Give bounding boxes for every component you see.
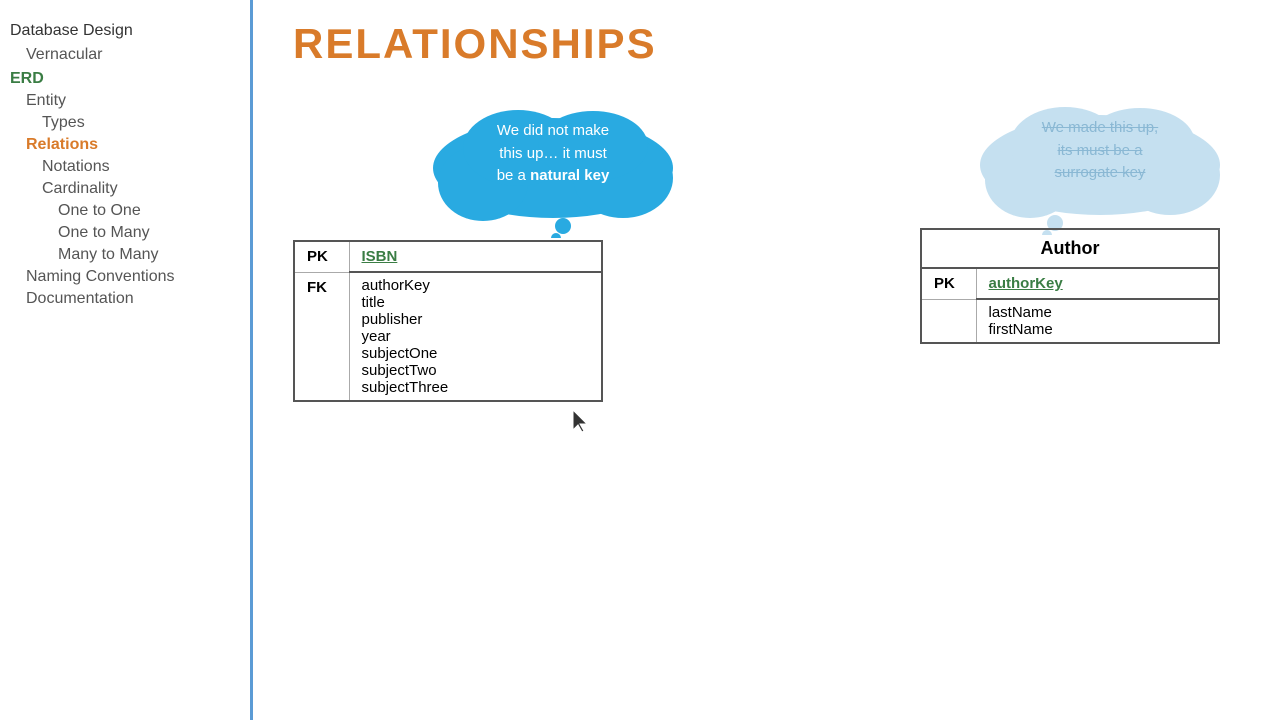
left-table-pk-row: PK ISBN <box>294 241 602 272</box>
right-table-title: Author <box>921 229 1219 268</box>
right-pk-label: PK <box>921 268 976 299</box>
right-table: Author PK authorKey lastName firstName <box>920 228 1220 344</box>
right-empty-col <box>921 299 976 343</box>
left-table: PK ISBN FK authorKey title publisher yea… <box>293 240 603 402</box>
field-subjectOne: subjectOne <box>362 345 590 362</box>
right-table-pk-row: PK authorKey <box>921 268 1219 299</box>
sidebar-item-many-to-many[interactable]: Many to Many <box>10 244 250 266</box>
field-publisher: publisher <box>362 311 590 328</box>
sidebar-item-types[interactable]: Types <box>10 112 250 134</box>
left-table-container: PK ISBN FK authorKey title publisher yea… <box>293 240 603 402</box>
cursor-icon <box>573 410 593 434</box>
left-fields: authorKey title publisher year subjectOn… <box>349 272 602 401</box>
left-table-fields-row: FK authorKey title publisher year subjec… <box>294 272 602 401</box>
sidebar-item-naming-conventions[interactable]: Naming Conventions <box>10 266 250 288</box>
sidebar-item-cardinality[interactable]: Cardinality <box>10 178 250 200</box>
sidebar-item-entity[interactable]: Entity <box>10 90 250 112</box>
sidebar: Database Design Vernacular ERD Entity Ty… <box>0 0 253 720</box>
left-pk-label: PK <box>294 241 349 272</box>
thought-right-text: We made this up,its must be asurrogate k… <box>985 117 1215 185</box>
field-subjectThree: subjectThree <box>362 379 590 396</box>
page-title: RELATIONSHIPS <box>293 20 1240 68</box>
sidebar-item-relations[interactable]: Relations <box>10 134 250 156</box>
right-table-fields-row: lastName firstName <box>921 299 1219 343</box>
field-subjectTwo: subjectTwo <box>362 362 590 379</box>
thought-bubble-right: We made this up,its must be asurrogate k… <box>955 105 1240 240</box>
field-lastName: lastName <box>989 304 1207 321</box>
sidebar-item-database-design[interactable]: Database Design <box>10 20 250 44</box>
sidebar-item-one-to-many[interactable]: One to Many <box>10 222 250 244</box>
left-pk-value: ISBN <box>349 241 602 272</box>
thought-left-text: We did not makethis up… it mustbe a natu… <box>438 120 668 188</box>
field-title: title <box>362 294 590 311</box>
thought-bubble-left: We did not makethis up… it mustbe a natu… <box>408 108 698 243</box>
right-fields: lastName firstName <box>976 299 1219 343</box>
sidebar-item-notations[interactable]: Notations <box>10 156 250 178</box>
sidebar-item-vernacular[interactable]: Vernacular <box>10 44 250 66</box>
sidebar-item-one-to-one[interactable]: One to One <box>10 200 250 222</box>
field-firstName: firstName <box>989 321 1207 338</box>
sidebar-item-erd[interactable]: ERD <box>10 68 250 90</box>
field-year: year <box>362 328 590 345</box>
cursor <box>573 410 593 439</box>
sidebar-item-documentation[interactable]: Documentation <box>10 288 250 310</box>
right-table-title-row: Author <box>921 229 1219 268</box>
right-pk-value: authorKey <box>976 268 1219 299</box>
main-content: RELATIONSHIPS We did not makethis up… it… <box>253 0 1280 720</box>
right-table-container: Author PK authorKey lastName firstName <box>920 228 1220 344</box>
left-fk-label: FK <box>294 272 349 401</box>
field-authorKey: authorKey <box>362 277 590 294</box>
